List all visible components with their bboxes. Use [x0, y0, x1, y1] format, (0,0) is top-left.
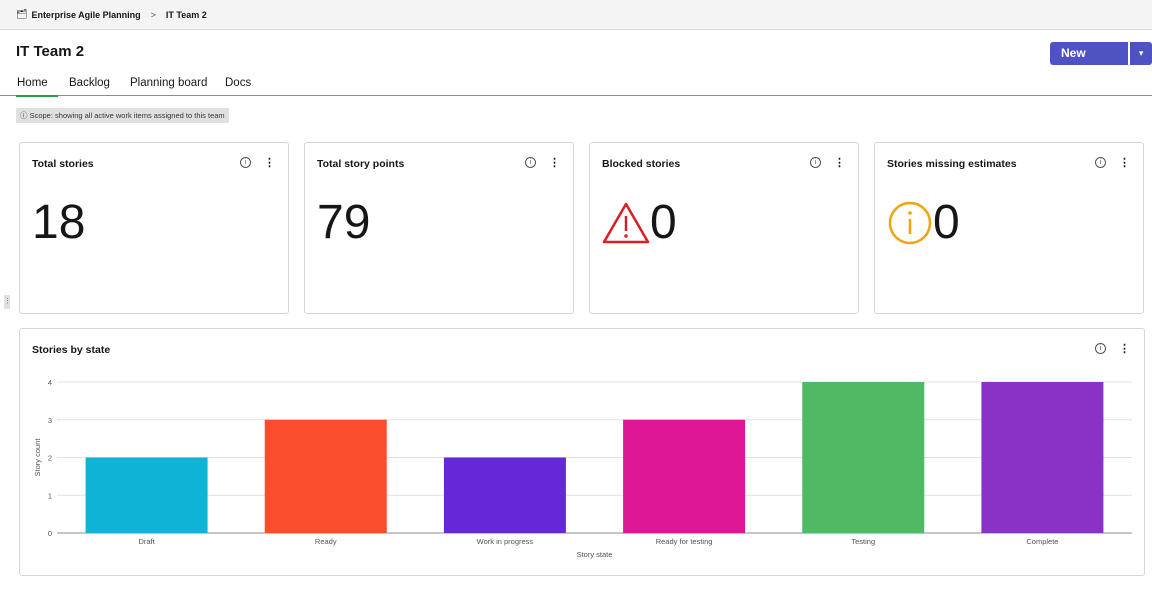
bar-complete — [981, 382, 1104, 533]
y-tick-label: 4 — [48, 378, 52, 387]
new-story-button[interactable]: New story — [1050, 42, 1129, 83]
card-value: 0 — [650, 196, 677, 249]
x-tick-label: Ready for testing — [656, 537, 713, 546]
x-axis-title: Story state — [577, 550, 613, 559]
stories-missing-estimates-card: Stories missing estimates i ⋮ 0 — [874, 142, 1144, 314]
tab-planning-board[interactable]: Planning board — [130, 77, 207, 95]
card-value: 18 — [32, 196, 86, 249]
warning-icon — [602, 202, 650, 244]
info-icon[interactable]: i — [240, 157, 251, 168]
card-value: 0 — [933, 196, 960, 249]
page-title: IT Team 2 — [16, 43, 85, 60]
x-tick-label: Complete — [1026, 537, 1058, 546]
y-tick-label: 1 — [48, 491, 52, 500]
x-tick-label: Draft — [138, 537, 155, 546]
x-tick-label: Ready — [315, 537, 337, 546]
tab-bar: Home Backlog Planning board Docs — [0, 77, 1152, 97]
bar-draft — [85, 457, 208, 533]
info-circle-icon — [888, 201, 932, 245]
total-story-points-card: Total story points i ⋮ 79 — [304, 142, 574, 314]
x-tick-label: Work in progress — [477, 537, 534, 546]
bar-ready — [264, 419, 387, 533]
card-value-row: 0 — [887, 195, 960, 251]
info-icon[interactable]: i — [810, 157, 821, 168]
total-stories-card: Total stories i ⋮ 18 — [19, 142, 289, 314]
bar-testing — [802, 382, 925, 533]
info-icon[interactable]: i — [1095, 157, 1106, 168]
card-value: 79 — [317, 196, 371, 249]
kebab-menu-icon[interactable]: ⋮ — [264, 156, 275, 169]
tab-home[interactable]: Home — [16, 77, 58, 97]
side-panel-handle[interactable]: ⋮ — [4, 295, 11, 309]
card-title: Blocked stories — [602, 158, 681, 170]
tab-label: Home — [17, 77, 48, 89]
card-title: Total story points — [317, 158, 405, 170]
new-story-button-group: New story ▾ — [1050, 42, 1152, 83]
bar-ready-for-testing — [623, 419, 746, 533]
blocked-stories-card: Blocked stories i ⋮ 0 — [589, 142, 859, 314]
stories-by-state-card: Stories by state i ⋮ 0 1 2 3 4 Draft Ready Work… — [19, 328, 1145, 576]
y-tick-label: 3 — [48, 416, 52, 425]
breadcrumb-separator: > — [150, 9, 156, 20]
card-title: Total stories — [32, 158, 94, 170]
x-tick-label: Testing — [851, 537, 875, 546]
breadcrumb-parent-link[interactable]: Enterprise Agile Planning — [31, 10, 140, 20]
breadcrumb-current: IT Team 2 — [165, 9, 207, 20]
stories-by-state-chart: 0 1 2 3 4 Draft Ready Work in progress Ready for… — [33, 378, 1132, 559]
kebab-menu-icon[interactable]: ⋮ — [834, 156, 845, 169]
bar-work-in-progress — [443, 457, 566, 533]
kebab-menu-icon[interactable]: ⋮ — [1119, 156, 1130, 169]
y-tick-label: 0 — [48, 529, 52, 538]
kebab-menu-icon[interactable]: ⋮ — [549, 156, 560, 169]
y-axis-title: Story count — [33, 438, 42, 477]
breadcrumb: 🗂︎ Enterprise Agile Planning > IT Team 2 — [0, 0, 1152, 30]
card-title: Stories missing estimates — [887, 158, 1017, 170]
scope-note: ⓘ Scope: showing all active work items a… — [16, 108, 229, 123]
tab-backlog[interactable]: Backlog — [69, 77, 110, 95]
card-value-row: 0 — [602, 195, 677, 251]
tab-docs[interactable]: Docs — [225, 77, 251, 95]
y-tick-label: 2 — [48, 454, 52, 463]
info-icon[interactable]: i — [525, 157, 536, 168]
chevron-down-icon[interactable]: ▾ — [1130, 42, 1152, 65]
hierarchy-icon: 🗂︎ — [16, 9, 28, 19]
